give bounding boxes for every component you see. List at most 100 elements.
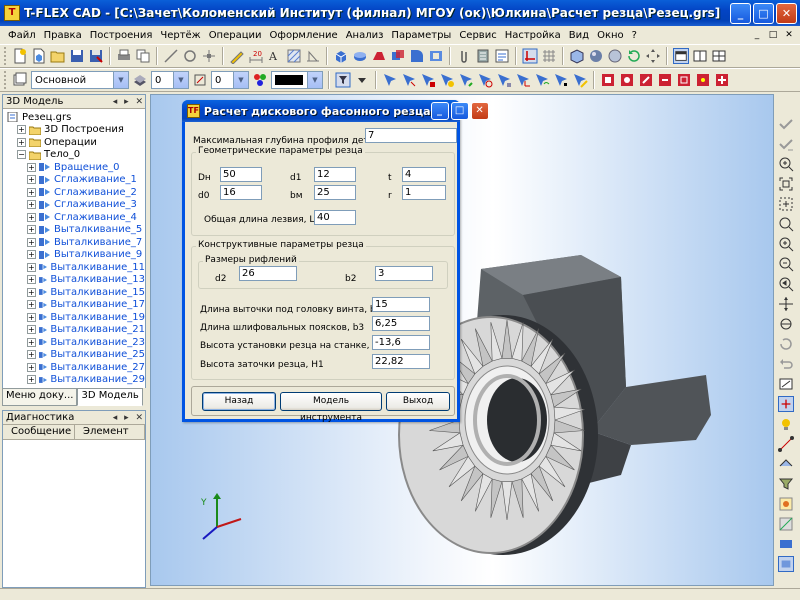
tree-item[interactable]: + Выталкивание_15 [3, 286, 145, 299]
extrude-icon[interactable] [333, 48, 349, 64]
panel-controls[interactable]: ◂ ▸ ✕ [113, 97, 145, 107]
menu-service[interactable]: Сервис [455, 30, 500, 41]
select-dropdown-icon[interactable] [354, 72, 370, 88]
expand-icon[interactable]: + [27, 225, 36, 235]
copy-icon[interactable] [135, 48, 151, 64]
d0-input[interactable]: 16 [220, 185, 262, 200]
paperclip-icon[interactable] [456, 48, 472, 64]
tree-item[interactable]: +3D Построения [3, 124, 145, 137]
line-icon[interactable] [163, 48, 179, 64]
shell-icon[interactable] [428, 48, 444, 64]
menu-file[interactable]: Файл [4, 30, 40, 41]
chevron-down-icon[interactable]: ▼ [307, 72, 322, 88]
color-select[interactable]: ▼ [271, 71, 323, 89]
t-input[interactable]: 4 [402, 167, 446, 182]
zoom-prev-icon[interactable] [778, 276, 794, 292]
tool-model-button[interactable]: Модель инструмента [280, 392, 382, 423]
b1-input[interactable]: 15 [372, 297, 430, 312]
menu-analysis[interactable]: Анализ [342, 30, 388, 41]
select-loop-icon[interactable] [477, 72, 493, 88]
toolbar-grip[interactable] [4, 71, 7, 89]
snap-icon[interactable] [522, 48, 538, 64]
window-split-icon[interactable] [692, 48, 708, 64]
transparent-icon[interactable] [778, 556, 794, 572]
level-icon[interactable] [132, 72, 148, 88]
fillet-icon[interactable] [409, 48, 425, 64]
print-icon[interactable] [116, 48, 132, 64]
tree-item[interactable]: + Выталкивание_17 [3, 299, 145, 312]
filter-cube-2-icon[interactable] [619, 72, 635, 88]
menu-window[interactable]: Окно [593, 30, 628, 41]
tree-item[interactable]: + Операции [3, 136, 145, 149]
layer-select[interactable]: Основной ▼ [31, 71, 129, 89]
select-face-icon[interactable] [420, 72, 436, 88]
zoom-plus-icon[interactable] [778, 236, 794, 252]
expand-icon[interactable]: + [17, 125, 26, 135]
d2-input[interactable]: 26 [239, 266, 297, 281]
tree-item[interactable]: − Тело_0 [3, 149, 145, 162]
tree-item[interactable]: Резец.grs [3, 111, 145, 124]
tree-item[interactable]: + Выталкивание_11 [3, 261, 145, 274]
filter-cube-icon[interactable] [600, 72, 616, 88]
expand-icon[interactable]: + [27, 237, 36, 247]
filter-cube-6-icon[interactable] [695, 72, 711, 88]
dn-input[interactable]: 50 [220, 167, 262, 182]
select-vertex-icon[interactable] [458, 72, 474, 88]
menu-help[interactable]: ? [628, 30, 641, 41]
save-icon[interactable] [69, 48, 85, 64]
exit-button[interactable]: Выход [386, 392, 450, 411]
menu-operations[interactable]: Операции [205, 30, 266, 41]
checkmark-edit-icon[interactable] [778, 136, 794, 152]
close-button[interactable]: ✕ [776, 2, 797, 24]
tree-item[interactable]: + Сглаживание_4 [3, 211, 145, 224]
window-icon[interactable] [673, 48, 689, 64]
select-node-icon[interactable] [553, 72, 569, 88]
active-view-icon[interactable] [778, 396, 794, 412]
tree-item[interactable]: + Выталкивание_21 [3, 324, 145, 337]
expand-icon[interactable]: + [27, 287, 36, 297]
tree-item[interactable]: + Выталкивание_19 [3, 311, 145, 324]
chevron-down-icon[interactable]: ▼ [113, 72, 128, 88]
tree-item[interactable]: + Выталкивание_27 [3, 361, 145, 374]
circle-icon[interactable] [182, 48, 198, 64]
expand-icon[interactable]: + [27, 275, 36, 285]
rotate-view-icon[interactable] [626, 48, 642, 64]
tree-item[interactable]: + Выталкивание_23 [3, 336, 145, 349]
measure-distance-icon[interactable] [778, 436, 794, 452]
menu-edit[interactable]: Правка [40, 30, 86, 41]
chevron-down-icon[interactable]: ▼ [173, 72, 188, 88]
max-depth-input[interactable]: 7 [365, 128, 457, 143]
select-edge-icon[interactable] [401, 72, 417, 88]
expand-icon[interactable]: + [27, 312, 36, 322]
expand-icon[interactable]: + [27, 375, 36, 385]
dialog-maximize-button[interactable]: □ [450, 102, 469, 120]
expand-icon[interactable]: + [27, 200, 36, 210]
filter-view-icon[interactable] [778, 476, 794, 492]
tree-item[interactable]: + Выталкивание_7 [3, 236, 145, 249]
color-palette-icon[interactable] [252, 72, 268, 88]
expand-icon[interactable]: + [27, 350, 36, 360]
sphere-icon[interactable] [607, 48, 623, 64]
boolean-icon[interactable] [390, 48, 406, 64]
refresh-icon[interactable] [778, 336, 794, 352]
select-wire-icon[interactable] [572, 72, 588, 88]
select-body-icon[interactable] [439, 72, 455, 88]
select-path-icon[interactable] [534, 72, 550, 88]
mdi-minimize-button[interactable]: _ [750, 29, 764, 42]
h1-input[interactable]: 22,82 [372, 354, 430, 369]
dialog-titlebar[interactable]: TF Расчет дискового фасонного резца _ □ … [182, 100, 489, 122]
menu-construct[interactable]: Построения [86, 30, 157, 41]
shading-icon[interactable] [588, 48, 604, 64]
select-op-icon[interactable] [496, 72, 512, 88]
zoom-in-icon[interactable] [778, 156, 794, 172]
tree-item[interactable]: + Выталкивание_9 [3, 249, 145, 262]
l0-input[interactable]: 40 [314, 210, 356, 225]
menu-drawing[interactable]: Чертёж [156, 30, 204, 41]
toolbar-grip[interactable] [4, 47, 7, 65]
menu-view[interactable]: Вид [565, 30, 593, 41]
window-tile-icon[interactable] [711, 48, 727, 64]
h-input[interactable]: -13,6 [372, 335, 430, 350]
menu-design[interactable]: Оформление [266, 30, 342, 41]
checkmark-icon[interactable] [778, 116, 794, 132]
bm-input[interactable]: 25 [314, 185, 356, 200]
